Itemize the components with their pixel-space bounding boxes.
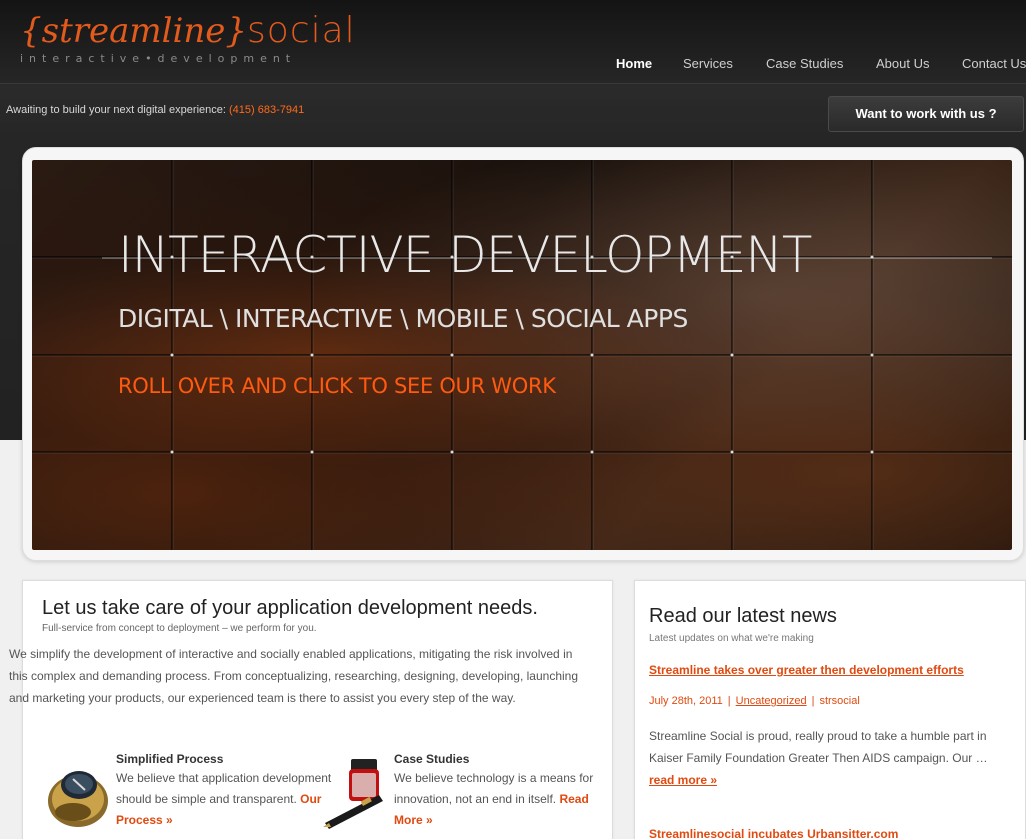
intro-subtitle: Full-service from concept to deployment … <box>42 623 317 634</box>
intro-body: We simplify the development of interacti… <box>9 647 579 705</box>
intro-panel: Let us take care of your application dev… <box>9 580 614 839</box>
feature-body: We believe technology is a means for inn… <box>394 768 614 831</box>
nav-home[interactable]: Home <box>616 56 652 71</box>
hero-subtitle: DIGITAL \ INTERACTIVE \ MOBILE \ SOCIAL … <box>118 304 688 333</box>
hero-banner[interactable]: INTERACTIVE DEVELOPMENT DIGITAL \ INTERA… <box>32 160 1012 550</box>
news-item-excerpt: Streamline Social is proud, really proud… <box>649 725 999 791</box>
feature-title: Simplified Process <box>116 752 224 766</box>
feature-case-studies: Case Studies We believe technology is a … <box>394 751 614 831</box>
news-subtitle: Latest updates on what we're making <box>649 633 814 644</box>
news-item-title[interactable]: Streamline takes over greater then devel… <box>649 663 964 677</box>
feature-text: We believe that application development … <box>116 771 332 806</box>
work-with-us-button[interactable]: Want to work with us ? <box>828 96 1024 132</box>
intro-title: Let us take care of your application dev… <box>42 597 538 619</box>
hero-tile-grid <box>32 160 1012 550</box>
logo-wordmark: {streamline}social <box>20 11 356 51</box>
main-nav: Home Services Case Studies About Us Cont… <box>0 56 1026 76</box>
news-panel: Read our latest news Latest updates on w… <box>634 580 1026 839</box>
news-category-link[interactable]: Uncategorized <box>736 695 807 707</box>
nav-case-studies[interactable]: Case Studies <box>766 56 843 71</box>
phone-number[interactable]: (415) 683-7941 <box>229 104 304 116</box>
nav-about-us[interactable]: About Us <box>876 56 929 71</box>
meta-separator: | <box>727 695 731 707</box>
logo-social-text: social <box>247 10 356 51</box>
feature-simplified-process: Simplified Process We believe that appli… <box>116 751 336 831</box>
contact-line: Awaiting to build your next digital expe… <box>6 104 304 116</box>
hero-cta-link[interactable]: ROLL OVER AND CLICK TO SEE OUR WORK <box>118 374 556 398</box>
news-title: Read our latest news <box>649 605 837 627</box>
fountain-pen-icon <box>323 759 383 829</box>
nav-services[interactable]: Services <box>683 56 733 71</box>
news-excerpt-text: Streamline Social is proud, really proud… <box>649 729 988 765</box>
feature-body: We believe that application development … <box>116 768 336 831</box>
news-item-title[interactable]: Streamlinesocial incubates Urbansitter.c… <box>649 827 898 839</box>
hero-title: INTERACTIVE DEVELOPMENT <box>118 226 812 284</box>
feature-title: Case Studies <box>394 752 470 766</box>
contact-text: Awaiting to build your next digital expe… <box>6 104 226 116</box>
logo-brace-text: {streamline} <box>20 11 248 51</box>
meta-separator: | <box>811 695 815 707</box>
news-item-meta: July 28th, 2011 | Uncategorized | strsocial <box>649 695 860 707</box>
news-author: strsocial <box>819 695 860 707</box>
nav-contact-us[interactable]: Contact Us <box>962 56 1026 71</box>
news-date: July 28th, 2011 <box>649 695 723 707</box>
compass-icon <box>48 771 108 827</box>
news-read-more-link[interactable]: read more » <box>649 773 717 787</box>
